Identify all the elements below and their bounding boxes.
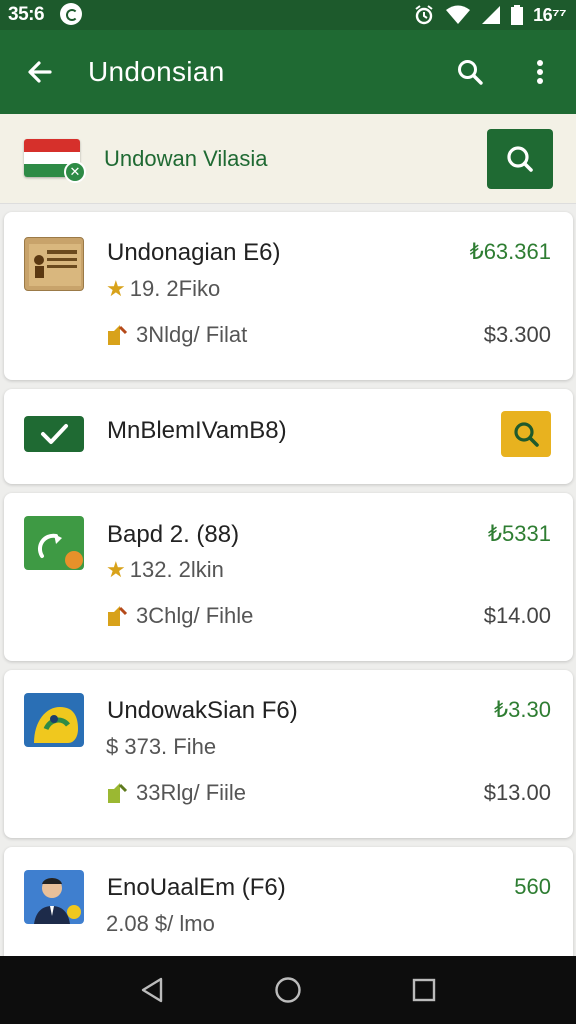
item-sub-text: 3Nldg/ Filat bbox=[136, 322, 248, 347]
list-item[interactable]: Bapd 2. (88) ₺5331 ★ 132. 2lkin 3Chlg/ F… bbox=[4, 493, 573, 661]
status-bar: 35:6 16⁷⁷ bbox=[0, 0, 576, 30]
tag-icon bbox=[108, 606, 128, 626]
item-sub: 3Chlg/ Fihle bbox=[106, 603, 253, 629]
app-bar: Undonsian bbox=[0, 30, 576, 114]
alarm-icon bbox=[415, 5, 433, 25]
item-sub: 3Nldg/ Filat bbox=[106, 322, 247, 348]
item-meta: ★ 132. 2lkin bbox=[106, 557, 224, 583]
list-item[interactable]: MnBlemIVamB8) bbox=[4, 389, 573, 484]
check-icon bbox=[24, 416, 84, 452]
item-sub-text: 33Rlg/ Fiile bbox=[136, 780, 247, 805]
back-nav-icon bbox=[141, 977, 163, 1003]
item-meta: ★ 19. 2Fiko bbox=[106, 276, 220, 302]
leaf-thumbnail-icon bbox=[24, 516, 84, 570]
list-item[interactable]: UndowakSian F6) ₺3.30 $ 373. Fihe 33Rlg/… bbox=[4, 670, 573, 838]
nav-back-button[interactable] bbox=[134, 972, 170, 1008]
back-button[interactable] bbox=[20, 52, 60, 92]
item-sub-text: 3Chlg/ Fihle bbox=[136, 603, 254, 628]
bird-thumbnail-icon bbox=[24, 693, 84, 747]
star-icon: ★ bbox=[106, 557, 126, 582]
item-title: EnoUaalEm (F6) bbox=[107, 874, 286, 901]
page-title: Undonsian bbox=[88, 56, 225, 87]
notification-app-icon bbox=[60, 3, 82, 25]
status-clock: 16⁷⁷ bbox=[533, 4, 566, 25]
item-price: ₺5331 bbox=[488, 521, 551, 546]
country-flag[interactable]: ✕ bbox=[24, 139, 86, 183]
item-meta-text: 19. 2Fiko bbox=[129, 276, 221, 301]
filter-label: Undowan Vilasia bbox=[104, 146, 268, 171]
nav-recents-button[interactable] bbox=[406, 972, 442, 1008]
item-meta-text: 132. 2lkin bbox=[129, 557, 224, 582]
box-thumbnail-icon bbox=[24, 237, 84, 291]
wifi-icon bbox=[446, 5, 471, 24]
item-title: Undonagian E6) bbox=[107, 239, 281, 266]
item-meta: $ 373. Fihe bbox=[106, 734, 216, 760]
item-meta: 2.08 $/ lmo bbox=[106, 911, 215, 937]
arrow-left-icon bbox=[28, 61, 52, 83]
tag-icon bbox=[108, 783, 128, 803]
recents-nav-icon bbox=[412, 978, 436, 1002]
search-icon bbox=[458, 60, 483, 85]
more-vert-icon bbox=[537, 60, 543, 84]
search-icon bbox=[507, 146, 533, 172]
remove-badge-icon: ✕ bbox=[64, 161, 86, 183]
item-title: Bapd 2. (88) bbox=[107, 521, 240, 548]
nav-home-button[interactable] bbox=[270, 972, 306, 1008]
item-price: ₺63.361 bbox=[469, 239, 551, 264]
status-time: 35:6 bbox=[8, 4, 45, 25]
home-nav-icon bbox=[275, 977, 301, 1003]
item-price-secondary: $3.300 bbox=[483, 322, 551, 347]
item-price: ₺3.30 bbox=[494, 697, 551, 722]
item-price-secondary: $14.00 bbox=[483, 603, 551, 628]
more-options-button[interactable] bbox=[520, 52, 560, 92]
system-nav-bar bbox=[0, 956, 576, 1024]
search-icon bbox=[514, 422, 539, 447]
item-price-secondary: $13.00 bbox=[483, 780, 551, 805]
signal-icon bbox=[482, 6, 501, 24]
item-title: UndowakSian F6) bbox=[107, 697, 298, 724]
list-item[interactable]: Undonagian E6) ₺63.361 ★ 19. 2Fiko 3Nldg… bbox=[4, 212, 573, 380]
battery-icon bbox=[511, 5, 524, 25]
search-button[interactable] bbox=[450, 52, 490, 92]
item-sub: 33Rlg/ Fiile bbox=[106, 780, 246, 806]
filter-search-button[interactable] bbox=[487, 129, 553, 189]
item-meta-text: $ 373. Fihe bbox=[106, 734, 217, 759]
item-search-button[interactable] bbox=[501, 411, 551, 457]
item-price: 560 bbox=[514, 874, 551, 899]
person-thumbnail-icon bbox=[24, 870, 84, 924]
tag-icon bbox=[108, 325, 128, 345]
item-title: MnBlemIVamB8) bbox=[107, 417, 287, 444]
item-meta-text: 2.08 $/ lmo bbox=[106, 911, 215, 936]
star-icon: ★ bbox=[106, 276, 126, 301]
